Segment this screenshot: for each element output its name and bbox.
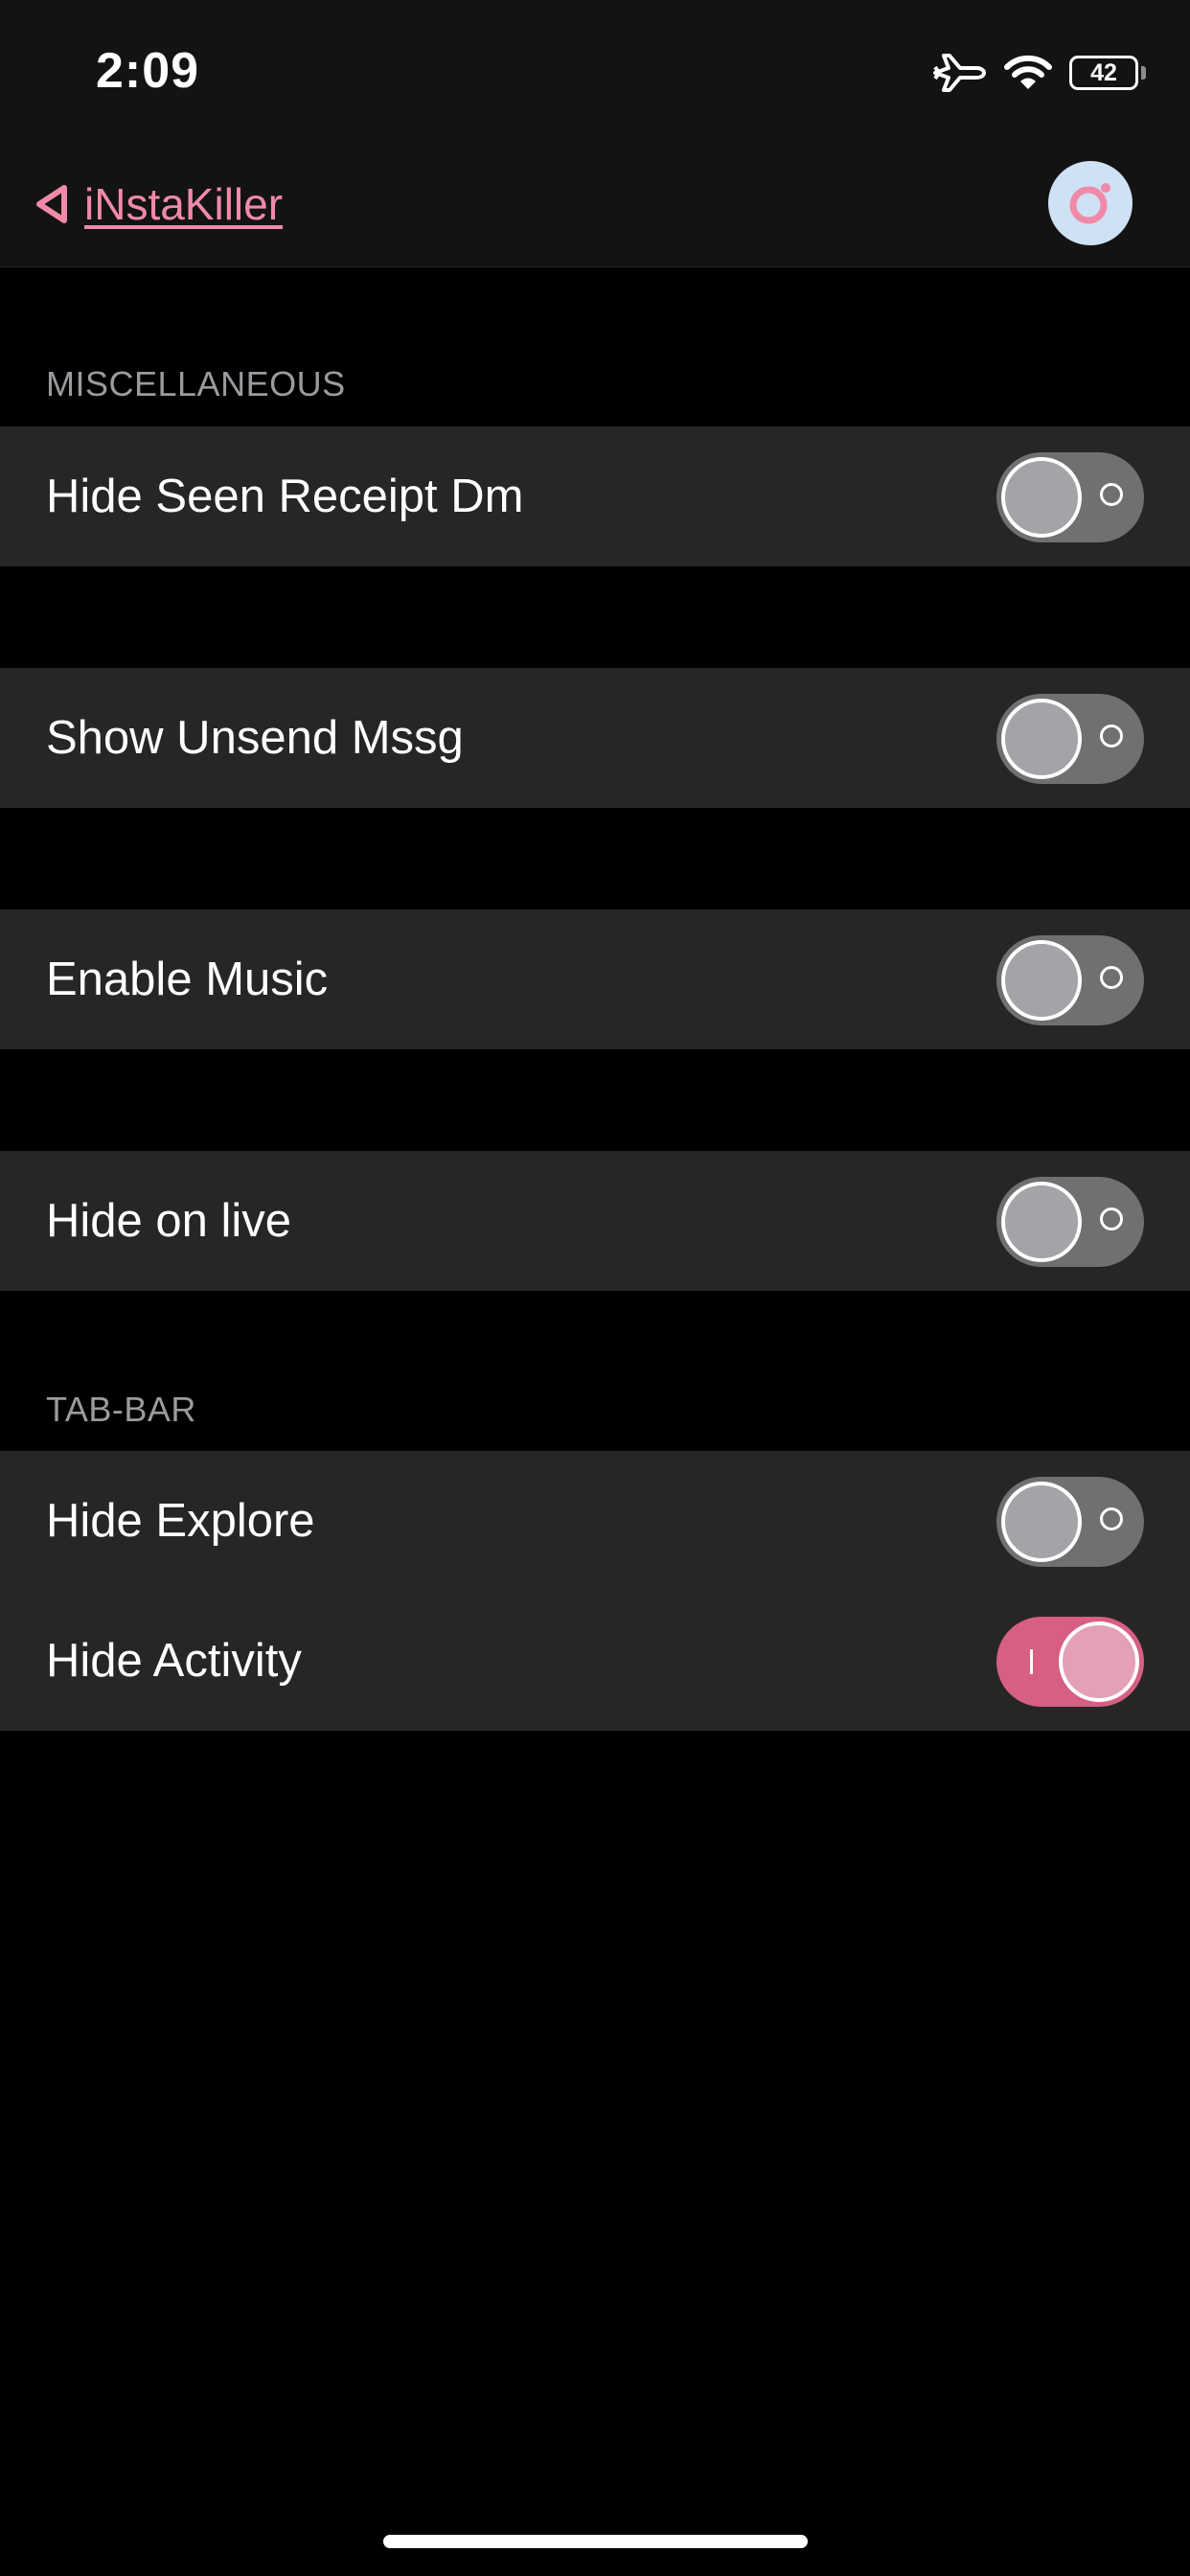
toggle-off-indicator bbox=[1100, 1507, 1123, 1530]
instagram-ring-icon bbox=[1069, 183, 1110, 224]
setting-row-hide-seen-receipt: Hide Seen Receipt Dm bbox=[0, 426, 1190, 566]
setting-row-hide-on-live: Hide on live bbox=[0, 1151, 1190, 1291]
setting-label: Show Unsend Mssg bbox=[46, 712, 464, 764]
toggle-knob bbox=[1001, 1482, 1082, 1562]
hide-seen-receipt-toggle[interactable] bbox=[996, 452, 1144, 542]
home-indicator[interactable] bbox=[383, 2535, 808, 2548]
toggle-off-indicator bbox=[1100, 483, 1123, 506]
setting-row-enable-music: Enable Music bbox=[0, 909, 1190, 1049]
airplane-icon bbox=[933, 54, 986, 92]
status-icons: 42 bbox=[931, 46, 1146, 100]
toggle-on-indicator bbox=[1030, 1649, 1033, 1674]
settings-group: Hide Explore Hide Activity bbox=[0, 1451, 1190, 1731]
settings-group: Show Unsend Mssg bbox=[0, 668, 1190, 808]
settings-group: Hide Seen Receipt Dm bbox=[0, 426, 1190, 566]
toggle-off-indicator bbox=[1100, 1208, 1123, 1230]
setting-label: Enable Music bbox=[46, 954, 329, 1005]
hide-explore-toggle[interactable] bbox=[996, 1477, 1144, 1567]
avatar-button[interactable] bbox=[1048, 161, 1133, 245]
section-header-tab-bar: TAB-BAR bbox=[46, 1390, 196, 1429]
setting-row-show-unsend: Show Unsend Mssg bbox=[0, 668, 1190, 808]
toggle-off-indicator bbox=[1100, 966, 1123, 989]
toggle-off-indicator bbox=[1100, 724, 1123, 748]
navigation-bar: iNstaKiller bbox=[0, 144, 1190, 267]
setting-label: Hide Seen Receipt Dm bbox=[46, 471, 524, 522]
toggle-knob bbox=[1001, 457, 1082, 538]
toggle-knob bbox=[1001, 940, 1082, 1021]
wifi-icon bbox=[1004, 55, 1052, 89]
status-bar: 2:09 42 bbox=[0, 0, 1190, 144]
setting-row-hide-activity: Hide Activity bbox=[0, 1591, 1190, 1731]
hide-on-live-toggle[interactable] bbox=[996, 1177, 1144, 1267]
toggle-knob bbox=[1001, 1182, 1082, 1262]
battery-icon: 42 bbox=[1069, 56, 1146, 90]
back-button[interactable]: iNstaKiller bbox=[33, 172, 283, 236]
battery-level: 42 bbox=[1090, 59, 1117, 86]
setting-label: Hide on live bbox=[46, 1195, 292, 1247]
toggle-knob bbox=[1059, 1622, 1139, 1702]
hide-activity-toggle[interactable] bbox=[996, 1617, 1144, 1707]
setting-label: Hide Activity bbox=[46, 1635, 302, 1687]
enable-music-toggle[interactable] bbox=[996, 935, 1144, 1025]
settings-group: Hide on live bbox=[0, 1151, 1190, 1291]
back-label: iNstaKiller bbox=[84, 179, 284, 229]
setting-label: Hide Explore bbox=[46, 1495, 315, 1547]
toggle-knob bbox=[1001, 699, 1082, 779]
setting-row-hide-explore: Hide Explore bbox=[0, 1451, 1190, 1591]
section-header-miscellaneous: MISCELLANEOUS bbox=[46, 364, 346, 403]
settings-group: Enable Music bbox=[0, 909, 1190, 1049]
triangle-back-icon bbox=[36, 185, 67, 223]
show-unsend-toggle[interactable] bbox=[996, 694, 1144, 784]
status-time: 2:09 bbox=[96, 43, 200, 99]
